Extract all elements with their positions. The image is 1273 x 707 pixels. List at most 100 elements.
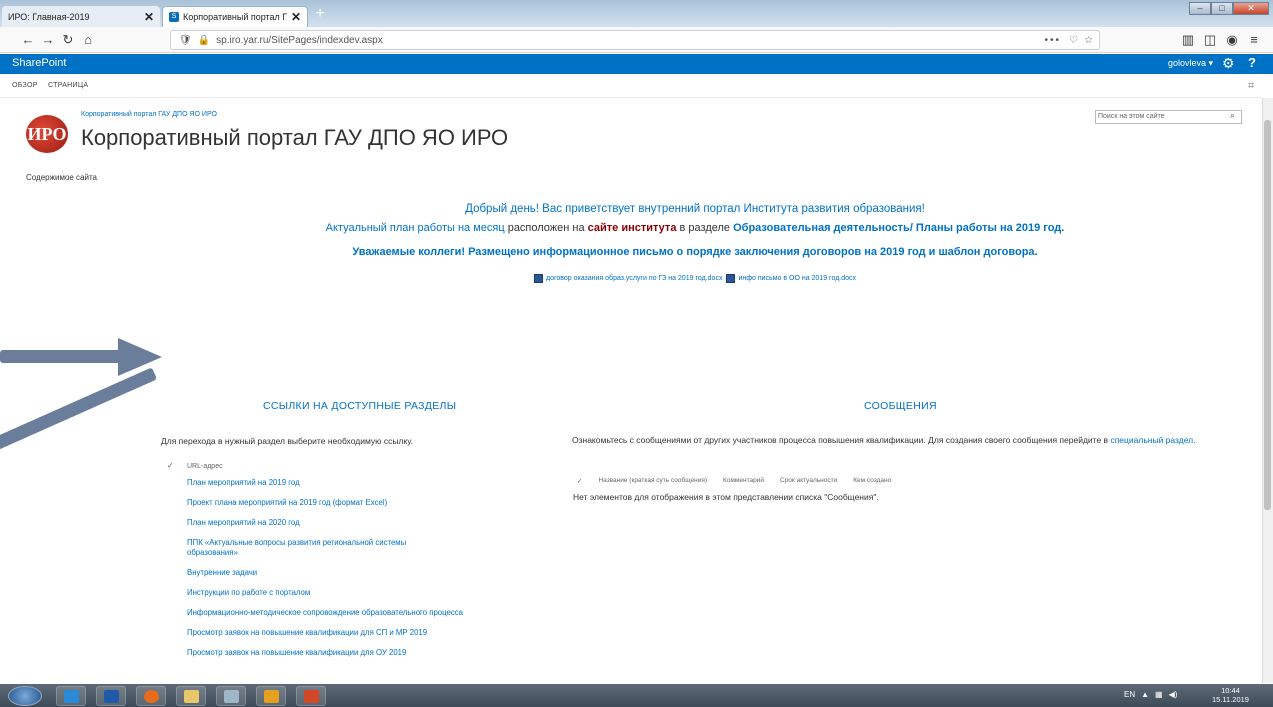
account-icon[interactable]: ◉ bbox=[1222, 30, 1242, 50]
tab-title: ИРО: Главная-2019 bbox=[8, 11, 90, 22]
annotation-arrow bbox=[0, 367, 158, 453]
browser-tab-2-active[interactable]: S Корпоративный портал ГАУ Д ✕ bbox=[162, 6, 308, 27]
search-icon[interactable]: ⌕ bbox=[1230, 110, 1235, 121]
system-tray: EN ▲ ▦ ◀) bbox=[1124, 690, 1177, 699]
word-doc-icon bbox=[533, 274, 543, 283]
special-section-link[interactable]: специальный раздел bbox=[1110, 435, 1193, 445]
network-icon[interactable]: ▦ bbox=[1155, 690, 1163, 699]
volume-icon[interactable]: ◀) bbox=[1169, 690, 1178, 699]
help-icon[interactable]: ? bbox=[1248, 55, 1256, 70]
sharepoint-favicon-icon: S bbox=[169, 12, 179, 22]
select-all-checkmark-icon[interactable]: ✓ bbox=[167, 461, 174, 470]
taskbar-ie-button[interactable] bbox=[56, 686, 86, 706]
page-actions-icon[interactable]: ••• bbox=[1045, 35, 1062, 46]
list-item-link[interactable]: ППК «Актуальные вопросы развития региона… bbox=[187, 538, 437, 558]
ie-icon bbox=[64, 690, 79, 703]
close-tab-icon[interactable]: ✕ bbox=[291, 10, 301, 24]
page-title: Корпоративный портал ГАУ ДПО ЯО ИРО bbox=[81, 125, 509, 150]
institute-site-link[interactable]: сайте института bbox=[588, 222, 677, 234]
browser-tab-1[interactable]: ИРО: Главная-2019 ✕ bbox=[2, 6, 160, 27]
address-bar[interactable]: 🛡 🔒 sp.iro.yar.ru/SitePages/indexdev.asp… bbox=[170, 30, 1100, 50]
start-button[interactable] bbox=[8, 686, 42, 706]
messages-subtitle-text: Ознакомьтесь с сообщениями от других уча… bbox=[572, 435, 1109, 445]
column-header[interactable]: Комментарий bbox=[723, 477, 764, 485]
minimize-icon[interactable]: – bbox=[1189, 2, 1211, 15]
gear-icon[interactable]: ⚙ bbox=[1222, 55, 1235, 72]
notice-text: Уважаемые коллеги! Размещено информацион… bbox=[352, 246, 1038, 258]
list-item-link[interactable]: Инструкции по работе с порталом bbox=[187, 588, 477, 598]
column-header[interactable]: Срок актуальности bbox=[780, 477, 837, 485]
lock-icon: 🔒 bbox=[197, 34, 211, 46]
ribbon: ОБЗОР СТРАНИЦА ⌗ bbox=[0, 74, 1262, 98]
list-item-link[interactable]: План мероприятий на 2020 год bbox=[187, 518, 477, 528]
outlook-icon bbox=[104, 690, 119, 703]
sharepoint-brand-link[interactable]: SharePoint bbox=[12, 57, 66, 69]
shield-icon: 🛡 bbox=[179, 34, 192, 46]
annotation-arrow bbox=[0, 350, 135, 363]
links-column-header[interactable]: URL-адрес bbox=[187, 463, 223, 470]
close-tab-icon[interactable]: ✕ bbox=[144, 10, 154, 24]
work-plans-link[interactable]: Образовательная деятельность/ Планы рабо… bbox=[733, 222, 1064, 234]
new-tab-button[interactable]: + bbox=[312, 6, 328, 23]
pocket-icon[interactable]: ♡ bbox=[1069, 35, 1078, 46]
column-header[interactable]: Кем создано bbox=[853, 477, 891, 485]
plan-text-part: в разделе bbox=[676, 222, 734, 234]
document-link[interactable]: договор оказания образ.услуги по ГЗ на 2… bbox=[546, 275, 722, 282]
taskbar-outlook-button[interactable] bbox=[96, 686, 126, 706]
close-window-icon[interactable]: ✕ bbox=[1233, 2, 1269, 15]
taskbar-outlook2-button[interactable] bbox=[256, 686, 286, 706]
library-icon[interactable]: ▥ bbox=[1178, 30, 1198, 50]
list-item-link[interactable]: Проект плана мероприятий на 2019 год (фо… bbox=[187, 498, 477, 508]
column-header[interactable]: Название (краткая суть сообщения) bbox=[598, 477, 707, 485]
site-logo[interactable]: ИРО bbox=[26, 115, 68, 153]
calculator-icon bbox=[224, 690, 239, 703]
checkmark-icon[interactable]: ✓ bbox=[577, 477, 582, 485]
list-item-link[interactable]: Внутренние задачи bbox=[187, 568, 477, 578]
messages-section-heading: СООБЩЕНИЯ bbox=[864, 400, 937, 412]
monthly-plan-link[interactable]: Актуальный план работы на месяц bbox=[326, 222, 505, 234]
documents-row: договор оказания образ.услуги по ГЗ на 2… bbox=[160, 274, 1230, 283]
home-icon[interactable]: ⌂ bbox=[78, 30, 98, 50]
welcome-text: Добрый день! Вас приветствует внутренний… bbox=[465, 203, 925, 215]
reload-icon[interactable]: ↻ bbox=[58, 30, 78, 50]
breadcrumb[interactable]: Корпоративный портал ГАУ ДПО ЯО ИРО bbox=[81, 111, 217, 118]
plan-text: Актуальный план работы на месяц располож… bbox=[160, 222, 1230, 234]
taskbar-explorer-button[interactable] bbox=[176, 686, 206, 706]
outlook-icon bbox=[264, 690, 279, 703]
quick-launch-site-contents[interactable]: Содержимое сайта bbox=[26, 173, 97, 182]
messages-list-header: ✓ Название (краткая суть сообщения) Комм… bbox=[577, 477, 907, 485]
sharepoint-suite-bar: SharePoint golovleva ▾ ⚙ ? bbox=[0, 54, 1273, 74]
taskbar-powerpoint-button[interactable] bbox=[296, 686, 326, 706]
user-menu[interactable]: golovleva ▾ bbox=[1168, 58, 1213, 69]
focus-on-content-icon[interactable]: ⌗ bbox=[1248, 80, 1254, 93]
taskbar-calculator-button[interactable] bbox=[216, 686, 246, 706]
list-item-link[interactable]: Информационно-методическое сопровождение… bbox=[187, 608, 467, 618]
search-input[interactable]: Поиск на этом сайте bbox=[1095, 110, 1242, 124]
back-icon[interactable]: ← bbox=[18, 30, 38, 50]
tab-title: Корпоративный портал ГАУ Д bbox=[183, 12, 287, 22]
menu-icon[interactable]: ≡ bbox=[1244, 30, 1264, 50]
taskbar-firefox-button[interactable] bbox=[136, 686, 166, 706]
list-item-link[interactable]: Просмотр заявок на повышение квалификаци… bbox=[187, 628, 477, 638]
url-text: sp.iro.yar.ru/SitePages/indexdev.aspx bbox=[216, 34, 383, 46]
maximize-icon[interactable]: □ bbox=[1211, 2, 1233, 15]
links-section-heading: ССЫЛКИ НА ДОСТУПНЫЕ РАЗДЕЛЫ bbox=[263, 400, 457, 412]
links-section-subtitle: Для перехода в нужный раздел выберите не… bbox=[161, 436, 414, 446]
forward-icon[interactable]: → bbox=[38, 30, 58, 50]
document-link[interactable]: инфо письмо в ОО на 2019 год.docx bbox=[738, 275, 856, 282]
tray-expand-icon[interactable]: ▲ bbox=[1141, 690, 1149, 699]
links-list: План мероприятий на 2019 год Проект план… bbox=[187, 478, 477, 668]
ribbon-tab-page[interactable]: СТРАНИЦА bbox=[48, 82, 88, 89]
scrollbar-thumb[interactable] bbox=[1264, 120, 1271, 510]
ribbon-tab-browse[interactable]: ОБЗОР bbox=[12, 82, 38, 89]
empty-list-message: Нет элементов для отображения в этом пре… bbox=[573, 492, 879, 502]
clock-date: 15.11.2019 bbox=[1212, 695, 1249, 704]
language-indicator[interactable]: EN bbox=[1124, 690, 1135, 699]
list-item-link[interactable]: План мероприятий на 2019 год bbox=[187, 478, 477, 488]
annotation-arrowhead bbox=[118, 338, 162, 376]
firefox-icon bbox=[144, 690, 159, 703]
bookmark-star-icon[interactable]: ☆ bbox=[1084, 35, 1093, 46]
clock[interactable]: 10:44 15.11.2019 bbox=[1212, 686, 1249, 704]
sidebar-icon[interactable]: ◫ bbox=[1200, 30, 1220, 50]
list-item-link[interactable]: Просмотр заявок на повышение квалификаци… bbox=[187, 648, 477, 658]
